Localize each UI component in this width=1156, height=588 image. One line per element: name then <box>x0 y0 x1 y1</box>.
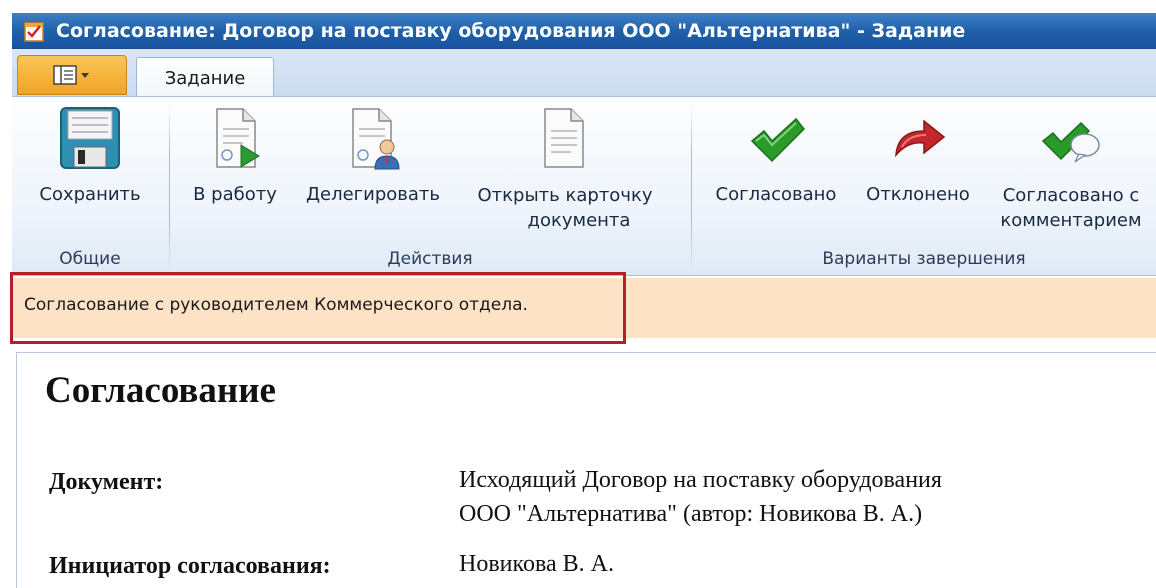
approved-label: Согласовано <box>715 184 837 205</box>
open-document-card-label-line2: документа <box>527 210 631 231</box>
reject-arrow-icon <box>895 119 946 158</box>
ribbon: Сохранить Общие В работу Делегировать От… <box>12 96 1156 276</box>
open-document-card-label-line1: Открыть карточку <box>477 185 653 206</box>
open-document-card-button[interactable]: Открыть карточку документа <box>460 105 670 233</box>
rejected-label: Отклонено <box>866 184 970 205</box>
highlight-frame <box>10 272 626 344</box>
document-icon <box>544 108 584 168</box>
approved-button[interactable]: Согласовано <box>706 105 846 207</box>
approved-with-comment-label-line1: Согласовано с <box>1002 185 1140 206</box>
checkmark-comment-icon <box>1041 121 1100 163</box>
checkmark-icon <box>750 117 806 163</box>
ribbon-group-actions: В работу Делегировать Открыть карточку д… <box>170 97 690 275</box>
approved-with-comment-button[interactable]: Согласовано с комментарием <box>988 105 1154 233</box>
ribbon-group-completion: Согласовано Отклонено Согласовано с комм… <box>692 97 1156 275</box>
app-menu-button[interactable] <box>17 55 127 95</box>
group-label-actions: Действия <box>387 249 473 269</box>
window-titlebar: Согласование: Договор на поставку оборуд… <box>12 13 1156 49</box>
window-title: Согласование: Договор на поставку оборуд… <box>56 19 966 42</box>
in-work-label: В работу <box>193 184 277 205</box>
field-value-initiator: Новикова В. А. <box>459 551 614 577</box>
task-checkbox-icon <box>24 21 44 42</box>
in-work-button[interactable]: В работу <box>180 105 290 207</box>
rejected-button[interactable]: Отклонено <box>858 105 978 207</box>
document-view: Согласование Документ: Исходящий Договор… <box>16 352 1156 588</box>
app-menu-icon <box>53 65 89 85</box>
document-play-icon <box>216 108 260 168</box>
group-label-general: Общие <box>59 249 121 269</box>
delegate-label: Делегировать <box>305 184 441 205</box>
tab-task[interactable]: Задание <box>136 57 274 98</box>
document-heading: Согласование <box>45 370 276 411</box>
approved-with-comment-label: Согласовано с комментарием <box>988 183 1154 233</box>
save-icon <box>60 107 120 169</box>
field-value-document: Исходящий Договор на поставку оборудован… <box>459 463 942 531</box>
approved-with-comment-label-line2: комментарием <box>1000 210 1142 231</box>
save-button[interactable]: Сохранить <box>26 105 154 207</box>
field-value-document-line1: Исходящий Договор на поставку оборудован… <box>459 467 942 493</box>
document-user-icon <box>352 108 400 170</box>
field-value-document-line2: ООО "Альтернатива" (автор: Новикова В. А… <box>459 501 923 527</box>
save-button-label: Сохранить <box>39 184 141 205</box>
group-label-completion: Варианты завершения <box>822 249 1026 269</box>
field-label-document: Документ: <box>49 469 164 495</box>
field-label-initiator: Инициатор согласования: <box>49 553 331 579</box>
ribbon-group-general: Сохранить Общие <box>12 97 168 275</box>
open-document-card-label: Открыть карточку документа <box>460 183 670 233</box>
delegate-button[interactable]: Делегировать <box>298 105 448 207</box>
ribbon-tabstrip: Задание <box>12 49 1156 98</box>
